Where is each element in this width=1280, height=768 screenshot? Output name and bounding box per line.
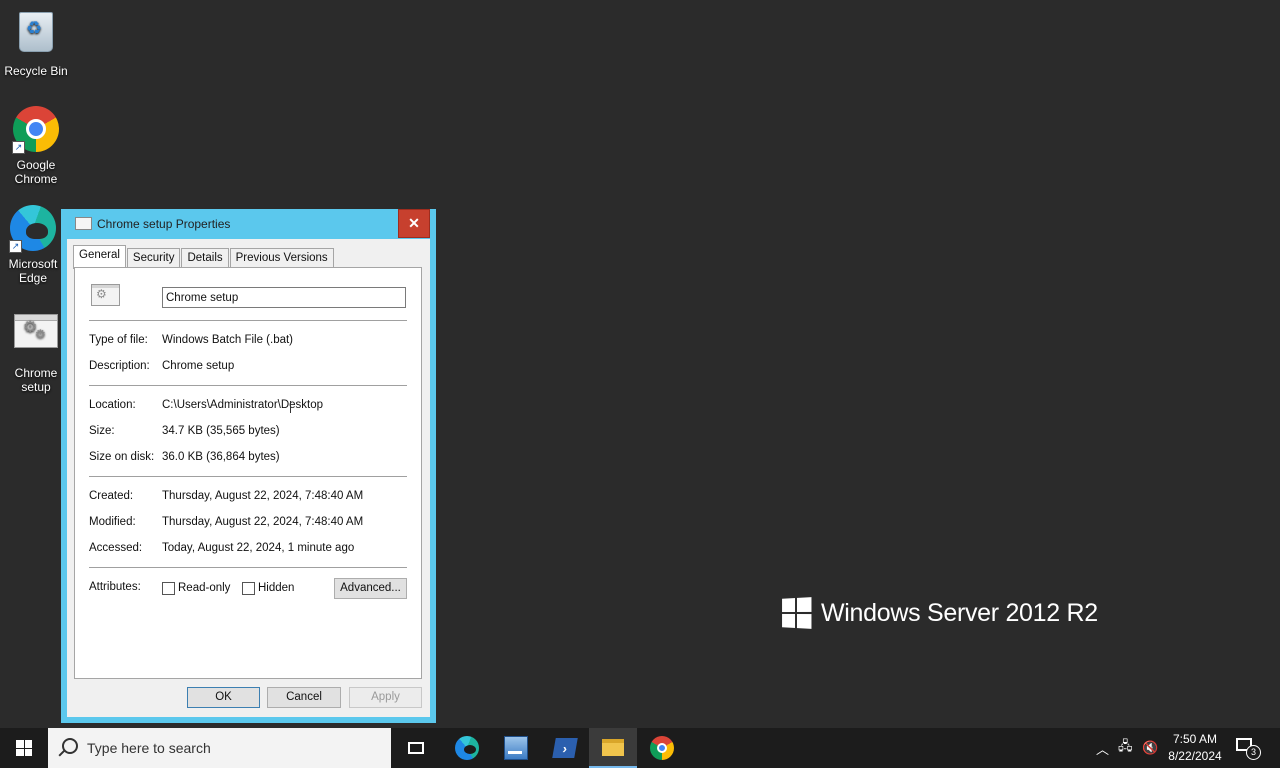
created-value: Thursday, August 22, 2024, 7:48:40 AM [162,490,364,502]
attributes-label: Attributes: [89,581,141,593]
taskbar-file-explorer[interactable] [589,728,637,768]
edge-icon: ↗ [9,205,57,253]
hidden-checkbox[interactable] [242,582,255,595]
chrome-icon [650,736,674,760]
chrome-icon: ↗ [12,106,60,154]
taskbar-server-manager[interactable] [492,728,540,768]
file-name-input[interactable] [162,287,406,308]
location-label: Location: [89,399,136,411]
windows-logo-icon [16,740,32,756]
desktop-icon-label: Microsoft Edge [8,257,58,285]
readonly-checkbox[interactable] [162,582,175,595]
divider [89,476,407,477]
search-icon [62,738,78,754]
batch-file-icon: ⚙ [91,284,120,306]
size-label: Size: [89,425,115,437]
size-value: 34.7 KB (35,565 bytes) [162,425,280,437]
powershell-icon: › [552,738,578,758]
desktop-icon-microsoft-edge[interactable]: ↗ Microsoft Edge [4,205,62,285]
size-on-disk-value: 36.0 KB (36,864 bytes) [162,451,280,463]
desktop-icon-chrome-setup[interactable]: ⚙ ⚙ Chrome setup [4,306,68,394]
network-icon[interactable]: 🖧 [1118,728,1133,768]
description-value: Chrome setup [162,360,235,372]
taskbar-chrome[interactable] [638,728,686,768]
dialog-title: Chrome setup Properties [97,217,231,231]
type-label: Type of file: [89,334,148,346]
accessed-value: Today, August 22, 2024, 1 minute ago [162,542,355,554]
divider [89,385,407,386]
clock-date: 8/22/2024 [1168,749,1222,763]
close-button[interactable]: ✕ [398,209,430,238]
batch-file-icon [75,217,92,230]
type-value: Windows Batch File (.bat) [162,334,294,346]
divider [89,567,407,568]
notification-count: 3 [1246,745,1261,760]
taskbar: Type here to search › ︿ 🖧 🔇 7:50 AM 8/22… [0,728,1280,768]
tab-strip: General Security Details Previous Versio… [73,245,335,269]
created-label: Created: [89,490,134,502]
size-on-disk-label: Size on disk: [89,451,155,463]
recycle-bin-icon [12,12,60,60]
tab-security[interactable]: Security [126,248,181,268]
accessed-label: Accessed: [89,542,143,554]
tab-general[interactable]: General [73,245,126,269]
server-manager-icon [504,736,528,760]
task-view-button[interactable] [392,728,440,768]
action-center-button[interactable]: 3 [1236,738,1261,760]
desktop-icon-recycle-bin[interactable]: Recycle Bin [4,6,68,78]
hidden-label[interactable]: Hidden [258,582,294,594]
show-hidden-icons-button[interactable]: ︿ [1096,728,1109,768]
divider [89,320,407,321]
batch-file-icon: ⚙ ⚙ [12,314,60,362]
taskbar-powershell[interactable]: › [541,728,589,768]
start-button[interactable] [0,728,48,768]
desktop-icon-label: Recycle Bin [4,64,68,78]
advanced-button[interactable]: Advanced... [334,578,407,599]
search-placeholder: Type here to search [87,740,211,756]
modified-value: Thursday, August 22, 2024, 7:48:40 AM [162,516,364,528]
search-box[interactable]: Type here to search [48,728,391,768]
desktop-icon-google-chrome[interactable]: ↗ Google Chrome [4,106,68,186]
windows-server-watermark: Windows Server 2012 R2 [781,597,1098,629]
chevron-up-icon: ︿ [1096,741,1110,757]
dialog-titlebar[interactable]: Chrome setup Properties ✕ [61,209,436,239]
general-panel: ⚙ Type of file: Windows Batch File (.bat… [74,267,422,679]
taskbar-edge[interactable] [443,728,491,768]
cancel-button[interactable]: Cancel [267,687,341,708]
clock-time: 7:50 AM [1172,732,1218,746]
folder-icon [602,738,624,756]
tab-details[interactable]: Details [181,248,229,268]
properties-dialog: Chrome setup Properties ✕ General Securi… [61,209,436,723]
modified-label: Modified: [89,516,136,528]
volume-muted-icon[interactable]: 🔇 [1142,728,1158,768]
ok-button[interactable]: OK [187,687,260,708]
desktop-icon-label: Google Chrome [14,158,58,186]
windows-logo-icon [782,597,812,629]
watermark-text: Windows Server 2012 R2 [821,598,1098,627]
description-label: Description: [89,360,150,372]
text-cursor-icon [290,401,291,413]
gear-icon: ⚙ [96,287,107,301]
shortcut-arrow-icon: ↗ [9,240,22,253]
edge-icon [455,736,479,760]
readonly-label[interactable]: Read-only [178,582,230,594]
apply-button[interactable]: Apply [349,687,422,708]
desktop-icon-label: Chrome setup [14,366,58,394]
location-value[interactable]: C:\Users\Administrator\Desktop [162,399,323,411]
dialog-client: General Security Details Previous Versio… [67,239,430,717]
tab-previous-versions[interactable]: Previous Versions [229,248,334,268]
task-view-icon [408,742,424,754]
shortcut-arrow-icon: ↗ [12,141,25,154]
clock[interactable]: 7:50 AM 8/22/2024 [1164,731,1226,765]
